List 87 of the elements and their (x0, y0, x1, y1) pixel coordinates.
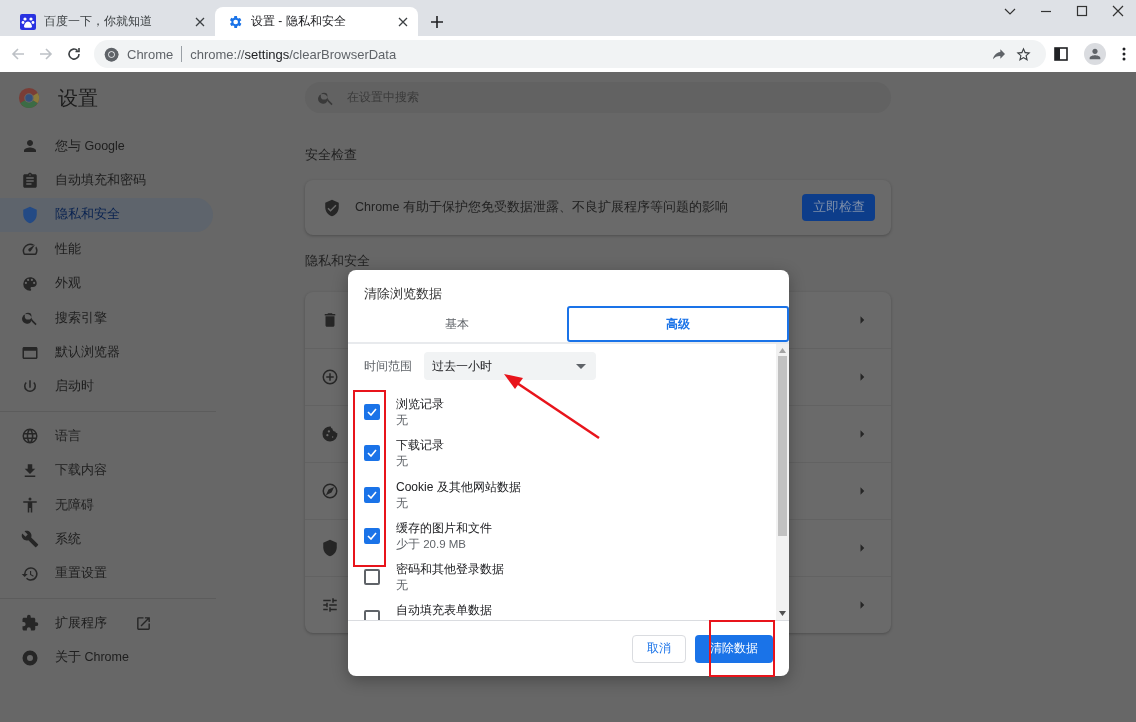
option-label: 缓存的图片和文件 (396, 519, 492, 536)
sliders-icon (321, 596, 339, 614)
sidebar-item[interactable]: 无障碍 (0, 487, 213, 523)
dialog-title: 清除浏览数据 (363, 285, 443, 303)
person-icon (1087, 46, 1103, 62)
chrome-logo-icon (18, 87, 40, 109)
chrome-icon (21, 648, 39, 667)
dropdown-caret-icon (576, 363, 586, 369)
time-range-dropdown[interactable]: 过去一小时 (424, 352, 596, 380)
maximize-icon[interactable] (1076, 5, 1088, 17)
option-detail: 无 (396, 413, 409, 428)
globe-icon (21, 427, 39, 446)
close-icon[interactable] (195, 16, 205, 27)
browser-tab[interactable]: 设置 - 隐私和安全 (215, 7, 418, 36)
sidebar-item[interactable]: 您与 Google (0, 129, 213, 164)
check-now-button[interactable]: 立即检查 (802, 194, 875, 221)
checkbox[interactable] (364, 404, 380, 420)
checkmark-icon (367, 531, 377, 540)
paw-icon (20, 13, 36, 30)
section-heading: 隐私和安全 (305, 253, 371, 269)
option-detail: 无 (396, 578, 409, 594)
site-label: Chrome (127, 46, 174, 62)
wrench-icon (21, 530, 39, 549)
dialog-tab[interactable]: 高级 (566, 306, 789, 342)
sidebar-item[interactable]: 性能 (0, 232, 213, 267)
option-label: 浏览记录 (396, 396, 444, 412)
cookie-icon (321, 425, 339, 443)
sidebar-item[interactable]: 隐私和安全 (0, 197, 213, 233)
sidebar-item[interactable]: 自动填充和密码 (0, 163, 213, 198)
option-detail: 无 (396, 495, 409, 511)
sidebar-item[interactable]: 默认浏览器 (0, 335, 213, 370)
compass-icon (321, 482, 339, 500)
star-icon[interactable] (1015, 45, 1032, 63)
puzzle-icon (21, 614, 39, 633)
close-icon[interactable] (398, 16, 408, 27)
shield-icon (321, 539, 339, 557)
menu-icon[interactable] (1122, 47, 1126, 61)
sidebar-item[interactable]: 重置设置 (0, 556, 213, 592)
option-label: 自动填充表单数据 (396, 602, 492, 619)
scrollbar[interactable] (776, 344, 789, 620)
option-label: 下载记录 (396, 437, 444, 454)
plus-icon[interactable] (430, 15, 444, 29)
option-label: 密码和其他登录数据 (396, 561, 504, 578)
side-panel-icon[interactable] (1054, 47, 1068, 61)
sidebar-item[interactable]: 系统 (0, 522, 213, 557)
checkbox[interactable] (364, 486, 380, 503)
reload-icon[interactable] (66, 46, 82, 62)
dialog-tab[interactable]: 基本 (348, 306, 567, 342)
external-link-icon[interactable] (135, 614, 152, 632)
clear-data-button[interactable]: 清除数据 (695, 634, 773, 663)
sidebar-item[interactable]: 关于 Chrome (0, 640, 213, 675)
accessibility-icon (21, 496, 39, 515)
palette-icon (21, 274, 39, 293)
profile-avatar[interactable] (1084, 43, 1106, 65)
history-icon (21, 564, 39, 583)
checkbox[interactable] (364, 445, 380, 462)
annotation-box (709, 620, 775, 677)
time-range-label: 时间范围 (364, 357, 412, 375)
clipboard-icon (21, 171, 39, 190)
checkmark-icon (367, 408, 377, 416)
sidebar-item[interactable]: 下载内容 (0, 453, 213, 488)
sidebar-item[interactable]: 搜索引擎 (0, 300, 213, 336)
checkbox[interactable] (364, 527, 380, 544)
section-heading: 安全检查 (305, 146, 358, 164)
share-icon[interactable] (991, 46, 1007, 62)
gear-icon (227, 13, 243, 30)
chrome-logo-icon (104, 46, 119, 62)
settings-title: 设置 (58, 85, 98, 111)
safety-check-text: Chrome 有助于保护您免受数据泄露、不良扩展程序等问题的影响 (355, 199, 729, 216)
browser-tab[interactable]: 百度一下，你就知道 (8, 7, 215, 36)
option-label: Cookie 及其他网站数据 (396, 478, 521, 495)
checkbox[interactable] (364, 569, 380, 586)
shield-check-icon (323, 198, 341, 217)
triangle-down-icon[interactable] (779, 611, 786, 616)
sidebar-item[interactable]: 外观 (0, 266, 213, 301)
sidebar-item[interactable]: 扩展程序 (0, 606, 213, 641)
close-icon[interactable] (1112, 5, 1124, 17)
checkmark-icon (367, 449, 377, 458)
checkmark-icon (367, 490, 377, 499)
cancel-button[interactable]: 取消 (632, 634, 686, 663)
option-detail: 少于 20.9 MB (396, 536, 468, 552)
shield-icon (21, 205, 39, 224)
option-detail: 无 (396, 454, 409, 470)
address-bar[interactable]: Chrome chrome://settings/clearBrowserData (94, 40, 1046, 68)
url-text: chrome://settings/clearBrowserData (190, 46, 398, 62)
sidebar-item[interactable]: 语言 (0, 419, 213, 454)
sidebar-item[interactable]: 启动时 (0, 369, 213, 405)
